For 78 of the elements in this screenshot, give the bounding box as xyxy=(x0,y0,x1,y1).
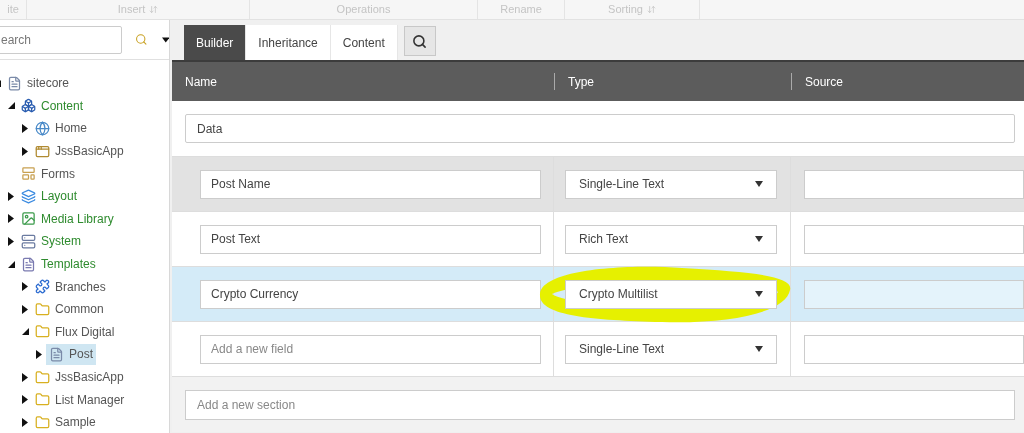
globe-icon xyxy=(35,121,50,136)
collapsed-arrow-icon[interactable] xyxy=(22,146,28,156)
cubes-icon xyxy=(21,98,36,114)
source-field[interactable] xyxy=(804,169,1024,199)
tree-item[interactable]: Templates xyxy=(18,253,99,275)
tree-item[interactable]: Forms xyxy=(18,163,78,185)
search-button[interactable] xyxy=(403,26,436,56)
search-icon xyxy=(412,33,428,49)
collapsed-arrow-icon[interactable] xyxy=(8,236,14,246)
tree-item[interactable]: Layout xyxy=(18,185,81,207)
field-row[interactable]: Add a new field Single-Line Text xyxy=(172,322,1024,377)
tree-item[interactable]: Home xyxy=(32,118,90,139)
source-field[interactable] xyxy=(804,224,1024,254)
dropdown-caret-icon[interactable] xyxy=(161,36,169,43)
tree-item[interactable]: sitecore xyxy=(4,72,73,94)
collapsed-arrow-icon[interactable] xyxy=(22,372,28,382)
folder-icon xyxy=(35,369,50,385)
puzzle-icon xyxy=(35,279,50,295)
tree-item[interactable]: Common xyxy=(32,298,107,320)
dropdown-caret-icon xyxy=(755,291,763,297)
tree-item[interactable]: JssBasicApp xyxy=(32,366,127,388)
tree-item[interactable]: Post xyxy=(46,343,96,365)
collapsed-arrow-icon[interactable] xyxy=(22,124,28,133)
tab[interactable]: Builder xyxy=(184,25,247,60)
server-icon xyxy=(21,233,36,249)
folder-icon xyxy=(35,324,50,340)
expanded-arrow-icon[interactable] xyxy=(21,328,29,336)
dropdown-caret-icon xyxy=(755,181,763,187)
dropdown-caret-icon xyxy=(755,236,763,242)
dropdown-caret-icon xyxy=(755,346,763,352)
folder-icon xyxy=(35,301,50,317)
folder-icon xyxy=(35,414,50,430)
expanded-arrow-icon[interactable] xyxy=(7,102,15,110)
new-section-input[interactable]: Add a new section xyxy=(185,389,1015,420)
field-name-input[interactable]: Crypto Currency xyxy=(200,279,541,309)
form-icon xyxy=(21,166,36,182)
document-icon xyxy=(7,75,22,91)
column-header[interactable]: Type xyxy=(555,72,594,91)
type-dropdown[interactable]: Crypto Multilist xyxy=(565,279,777,309)
collapsed-arrow-icon[interactable] xyxy=(22,395,28,405)
type-dropdown[interactable]: Single-Line Text xyxy=(565,334,777,364)
search-field[interactable]: earch xyxy=(0,25,122,54)
section-name-field[interactable]: Data xyxy=(185,114,1015,143)
field-name-input[interactable]: Post Name xyxy=(200,169,541,199)
field-row[interactable]: Crypto Currency Crypto Multilist xyxy=(172,267,1024,322)
collapsed-arrow-icon[interactable] xyxy=(22,282,28,292)
source-field[interactable] xyxy=(804,334,1024,364)
collapsed-arrow-icon[interactable] xyxy=(22,304,28,314)
tree-item[interactable]: System xyxy=(18,230,84,252)
new-field-input[interactable]: Add a new field xyxy=(200,334,541,364)
collapsed-arrow-icon[interactable] xyxy=(8,214,14,224)
collapsed-arrow-icon[interactable] xyxy=(36,349,42,359)
collapsed-arrow-icon[interactable] xyxy=(8,191,14,201)
image-icon xyxy=(21,211,36,227)
layers-icon xyxy=(21,188,36,204)
tab[interactable]: Content xyxy=(330,25,398,60)
column-header[interactable]: Source xyxy=(792,72,844,91)
field-row[interactable]: Post Name Single-Line Text xyxy=(172,157,1024,212)
tree-item[interactable]: Media Library xyxy=(18,208,117,230)
document-icon xyxy=(49,346,64,362)
tree-item[interactable]: Branches xyxy=(32,276,109,298)
tree-item[interactable]: List Manager xyxy=(32,389,128,411)
type-dropdown[interactable]: Rich Text xyxy=(565,224,777,254)
collapsed-arrow-icon[interactable] xyxy=(22,417,28,427)
field-name-input[interactable]: Post Text xyxy=(200,224,541,254)
tree-item[interactable]: Sample xyxy=(32,411,99,433)
column-header[interactable]: Name xyxy=(172,72,217,91)
type-dropdown[interactable]: Single-Line Text xyxy=(565,169,777,199)
document-icon xyxy=(21,256,36,272)
expanded-arrow-icon[interactable] xyxy=(7,260,15,268)
tree-item[interactable]: JssBasicApp xyxy=(32,140,127,162)
tab[interactable]: Inheritance xyxy=(246,25,331,60)
tree-item[interactable]: Content xyxy=(18,95,87,117)
field-row[interactable]: Post Text Rich Text xyxy=(172,212,1024,267)
source-field[interactable] xyxy=(804,279,1024,309)
folder-icon xyxy=(35,392,50,408)
app-window-icon xyxy=(35,143,50,159)
tree-item[interactable]: Flux Digital xyxy=(32,321,118,343)
